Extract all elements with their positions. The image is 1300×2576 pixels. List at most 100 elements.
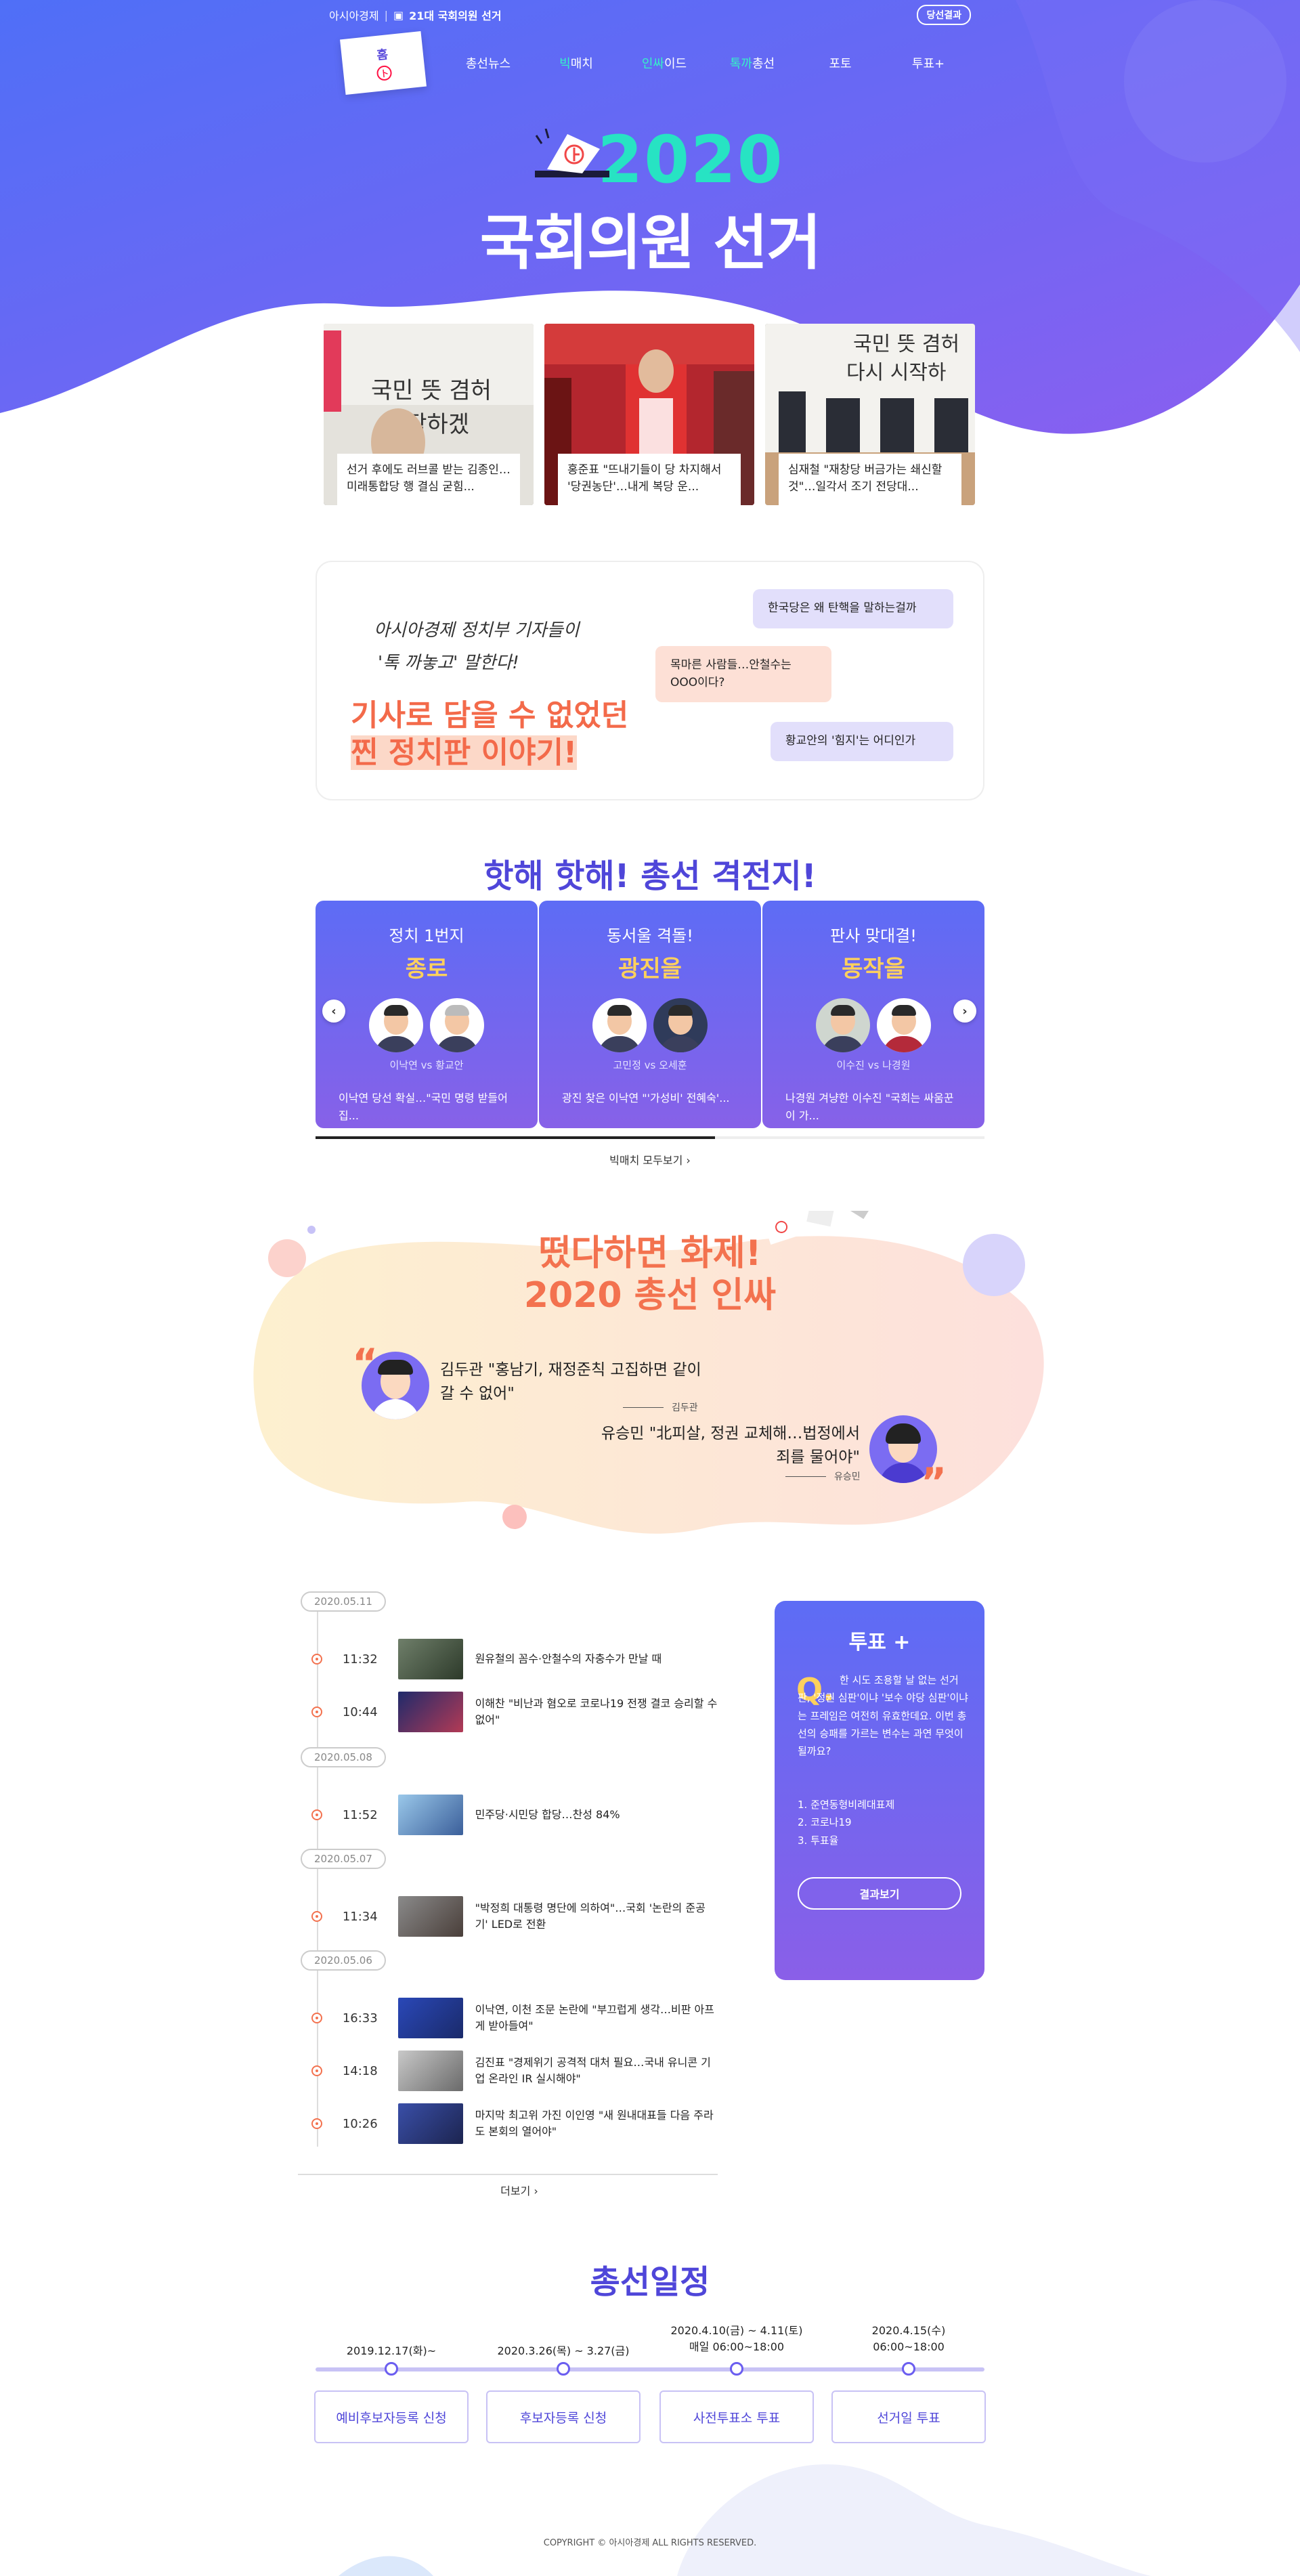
view-results-button[interactable]: 결과보기 — [798, 1877, 961, 1910]
talk-bubble[interactable]: 목마른 사람들…안철수는 OOO이다? — [655, 646, 831, 702]
news-card[interactable]: 홍준표 "뜨내기들이 당 차지해서 '당권농단'…내게 복당 운... — [544, 324, 754, 505]
section-title[interactable]: 21대 국회의원 선거 — [409, 7, 501, 23]
schedule-date: 2019.12.17(화)~ — [346, 2344, 437, 2357]
candidate-photo — [369, 998, 423, 1052]
timeline-item[interactable]: 10:26 마지막 최고위 가진 이인영 "새 원내대표들 다음 주라도 본회의… — [311, 2102, 718, 2145]
timeline-headline: "박정희 대통령 명단에 의하여"…국회 '논란의 준공기' LED로 전환 — [475, 1902, 706, 1931]
talk-bubble[interactable]: 황교안의 '힘지'는 어디인가 — [771, 722, 953, 761]
vote-option[interactable]: 3. 투표율 — [798, 1832, 894, 1849]
ballot-box-icon — [535, 129, 609, 177]
carousel-prev-button[interactable]: ‹ — [322, 1000, 345, 1023]
home-logo-button[interactable]: 홈 卜 — [340, 30, 427, 95]
timeline-more-link[interactable]: 더보기 › — [0, 2182, 1039, 2198]
bigmatch-more-link[interactable]: 빅매치 모두보기 › — [0, 1151, 1300, 1167]
timeline-headline: 김진표 "경제위기 공격적 대처 필요…국내 유니콘 기업 온라인 IR 실시해… — [475, 2056, 711, 2085]
timeline-headline: 민주당·시민당 합당…찬성 84% — [475, 1808, 620, 1821]
bigmatch-more-label: 빅매치 모두보기 — [609, 1154, 683, 1167]
bigmatch-vs: 이수진 vs 나경원 — [836, 1059, 911, 1071]
timeline-item[interactable]: 11:32 원유철의 꼼수·안철수의 자충수가 만날 때 — [311, 1637, 718, 1681]
schedule-dot — [385, 2362, 398, 2376]
timeline-dot — [311, 2013, 322, 2023]
insa-quote[interactable]: 유승민 "北피살, 정권 교체해…법정에서 죄를 물어야" — [596, 1422, 860, 1469]
nav-label: 투표+ — [911, 57, 945, 71]
schedule-box[interactable]: 선거일 투표 — [831, 2390, 986, 2443]
nav-item-vote[interactable]: 투표+ — [884, 54, 972, 72]
candidate-photo — [653, 998, 708, 1052]
timeline-more-label: 더보기 — [500, 2185, 531, 2197]
schedule-date: 2020.3.26(목) ~ 3.27(금) — [497, 2344, 630, 2357]
talk-headline-rest: 이야기! — [471, 735, 578, 770]
quote-rule — [623, 1407, 664, 1408]
timeline-time: 11:32 — [342, 1652, 378, 1667]
bigmatch-card[interactable]: 정치 1번지 종로 이낙연 vs 황교안 이낙연 당선 확실…"국민 명령 받들… — [316, 901, 538, 1128]
nav-item-news[interactable]: 총선뉴스 — [444, 54, 532, 72]
timeline-item[interactable]: 10:44 이해찬 "비난과 혐오로 코로나19 전쟁 결코 승리할 수 없어" — [311, 1690, 718, 1734]
talk-line-1: 아시아경제 정치부 기자들이 — [374, 620, 580, 641]
timeline-item[interactable]: 14:18 김진표 "경제위기 공격적 대처 필요…국내 유니콘 기업 온라인 … — [311, 2049, 718, 2092]
vote-panel: 투표 + Q. 한 시도 조용할 날 없는 선거판, '정권 심판'이냐 '보수… — [775, 1601, 984, 1980]
nav-label: 총선뉴스 — [465, 57, 511, 71]
chevron-right-icon: › — [534, 2185, 538, 2197]
breadcrumb-separator: | — [384, 8, 388, 22]
bigmatch-district: 동작을 — [842, 956, 905, 983]
vote-title: 투표 + — [848, 1631, 911, 1654]
close-quote-icon: ” — [921, 1459, 947, 1505]
talk-bubble[interactable]: 한국당은 왜 탄핵을 말하는걸까 — [753, 589, 953, 628]
talk-banner[interactable]: 아시아경제 정치부 기자들이 '톡 까놓고' 말한다! 기사로 담을 수 없었던… — [316, 561, 984, 800]
avatar — [362, 1352, 429, 1419]
nav-label: 이드 — [664, 57, 687, 71]
main-nav: 홈 卜 총선뉴스 빅매치 인싸이드 톡까총선 포토 투표+ — [340, 30, 972, 95]
insa-title-line-2: 2020 총선 인싸 — [523, 1275, 777, 1316]
nav-item-bigmatch[interactable]: 빅매치 — [532, 54, 620, 72]
bigmatch-district: 광진을 — [618, 956, 682, 983]
news-thumbnail — [397, 2051, 463, 2091]
timeline-date: 2020.05.07 — [301, 1849, 386, 1869]
carousel-progress — [316, 1136, 984, 1139]
timeline-date: 2020.05.08 — [301, 1747, 386, 1767]
election-result-button[interactable]: 당선결과 — [917, 5, 971, 25]
nav-item-photo[interactable]: 포토 — [796, 54, 884, 72]
news-card[interactable]: 국민 뜻 겸허 시작하겠 선거 후에도 러브콜 받는 김종인…미래통합당 행 결… — [324, 324, 534, 505]
stamp-icon: 卜 — [376, 64, 393, 82]
timeline-item[interactable]: 11:52 민주당·시민당 합당…찬성 84% — [311, 1793, 718, 1837]
hero-title: 국회의원 선거 — [479, 208, 821, 278]
news-caption: 심재철 "재창당 버금가는 쇄신할 것"…일각서 조기 전당대... — [779, 454, 961, 505]
news-thumbnail — [397, 1896, 463, 1937]
candidate-faces — [316, 998, 538, 1052]
vote-option[interactable]: 1. 준연동형비례대표제 — [798, 1796, 894, 1813]
timeline-time: 11:52 — [342, 1807, 378, 1822]
schedule-box[interactable]: 예비후보자등록 신청 — [314, 2390, 469, 2443]
news-thumbnail — [397, 1795, 463, 1835]
bigmatch-desc: 나경원 겨냥한 이수진 "국회는 싸움꾼이 가... — [785, 1092, 954, 1122]
news-thumbnail — [397, 1639, 463, 1679]
bigmatch-vs: 이낙연 vs 황교안 — [389, 1059, 464, 1071]
schedule-date: 2020.4.10(금) ~ 4.11(토) — [670, 2324, 803, 2337]
carousel-next-button[interactable]: › — [953, 1000, 976, 1023]
news-card[interactable]: 국민 뜻 겸허 다시 시작하 심재철 "재창당 버금가는 쇄신할 것"…일각서 … — [765, 324, 975, 505]
top-bar: 아시아경제 | ▣ 21대 국회의원 선거 당선결과 — [329, 5, 971, 25]
nav-item-insider[interactable]: 인싸이드 — [620, 54, 708, 72]
insa-title: 떴다하면 화제! 2020 총선 인싸 — [0, 1232, 1300, 1317]
bigmatch-carousel: 정치 1번지 종로 이낙연 vs 황교안 이낙연 당선 확실…"국민 명령 받들… — [316, 901, 984, 1139]
timeline-item[interactable]: 16:33 이낙연, 이천 조문 논란에 "부끄럽게 생각…비판 아프게 받아들… — [311, 1996, 718, 2040]
bigmatch-card[interactable]: 판사 맞대결! 동작을 이수진 vs 나경원 나경원 겨냥한 이수진 "국회는 … — [762, 901, 984, 1128]
schedule-box[interactable]: 후보자등록 신청 — [486, 2390, 641, 2443]
timeline-dot — [311, 1809, 322, 1820]
timeline-dot — [311, 1911, 322, 1922]
footer-background — [339, 2464, 1151, 2576]
vote-option[interactable]: 2. 코로나19 — [798, 1813, 894, 1831]
timeline-date: 2020.05.06 — [301, 1950, 386, 1971]
bigmatch-card[interactable]: 동서울 격돌! 광진을 고민정 vs 오세훈 광진 찾은 이낙연 "'가성비' … — [539, 901, 761, 1128]
nav-label-highlight: 빅 — [559, 57, 571, 71]
schedule-item: 2020.4.10(금) ~ 4.11(토) 매일 06:00~18:00 사전… — [659, 2323, 814, 2445]
insa-quote[interactable]: 김두관 "홍남기, 재정준칙 고집하면 같이 갈 수 없어" — [440, 1358, 704, 1405]
brand-link[interactable]: 아시아경제 — [329, 7, 379, 23]
news-caption: 선거 후에도 러브콜 받는 김종인…미래통합당 행 결심 굳힘... — [337, 454, 520, 505]
timeline-item[interactable]: 11:34 "박정희 대통령 명단에 의하여"…국회 '논란의 준공기' LED… — [311, 1895, 718, 1938]
nav-item-talk[interactable]: 톡까총선 — [708, 54, 796, 72]
schedule-date: 2020.4.15(수) — [871, 2324, 946, 2337]
nav-label: 매치 — [570, 57, 593, 71]
bigmatch-sub: 판사 맞대결! — [830, 926, 917, 945]
schedule-box[interactable]: 사전투표소 투표 — [659, 2390, 814, 2443]
news-timeline: 2020.05.11 11:32 원유철의 꼼수·안철수의 자충수가 만날 때 … — [298, 1591, 718, 2181]
